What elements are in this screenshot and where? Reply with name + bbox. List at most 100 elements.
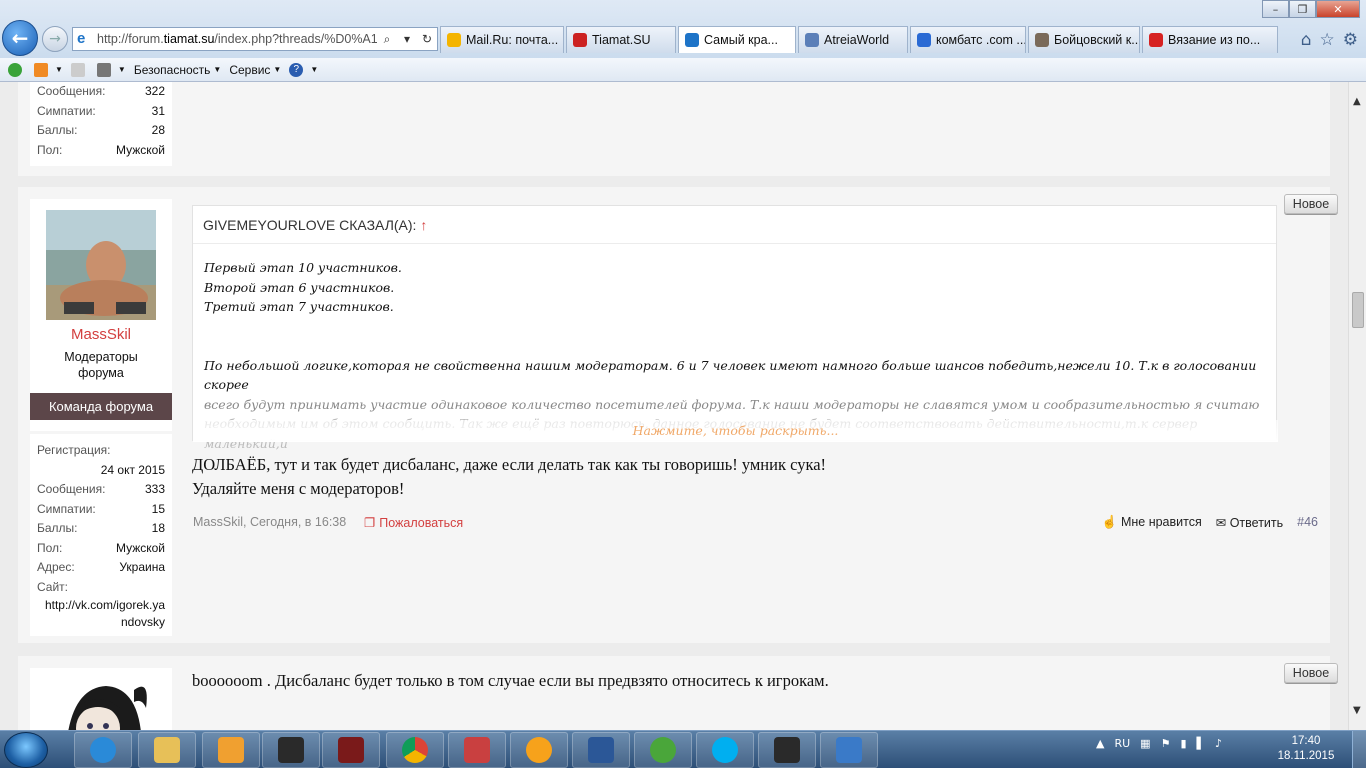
aion-icon <box>278 737 304 763</box>
site-link[interactable]: http://vk.com/igorek.ya <box>30 597 172 614</box>
taskbar-chrome[interactable] <box>386 732 444 768</box>
search-icon[interactable]: ⌕ <box>377 32 397 47</box>
expand-quote-link[interactable]: Нажмите, чтобы раскрыть... <box>193 420 1278 442</box>
scroll-thumb[interactable] <box>1352 292 1364 328</box>
tab-atreiaworld[interactable]: AtreiaWorld <box>798 26 908 53</box>
home-icon[interactable]: ⌂ <box>1301 30 1312 50</box>
forward-button[interactable]: → <box>42 26 68 52</box>
rss-button[interactable]: ▼ <box>34 62 63 77</box>
quote-line: Первый этап 10 участников. <box>204 260 402 275</box>
window-controls: – ❐ ✕ <box>1262 0 1360 18</box>
taskbar-fight[interactable] <box>448 732 506 768</box>
address-bar[interactable]: e http://forum.tiamat.su/index.php?threa… <box>72 27 438 51</box>
stat-row: Сайт: <box>37 579 69 594</box>
taskbar-explorer[interactable] <box>138 732 196 768</box>
scroll-up-icon[interactable]: ▲ <box>1353 96 1361 107</box>
language-indicator[interactable]: RU <box>1114 737 1130 750</box>
tab-current[interactable]: Самый кра... <box>678 26 796 53</box>
tab-combats[interactable]: комбатс .com ... <box>910 26 1026 53</box>
vertical-scrollbar[interactable]: ▲ ▼ <box>1348 82 1366 730</box>
green-addon-icon[interactable] <box>8 62 26 77</box>
taskbar-skype[interactable] <box>696 732 754 768</box>
post-meta[interactable]: MassSkil, Сегодня, в 16:38 <box>193 515 346 529</box>
app-icon <box>836 737 862 763</box>
taskbar-aion2[interactable] <box>758 732 816 768</box>
gear-icon[interactable]: ⚙ <box>1343 30 1358 50</box>
star-icon[interactable]: ☆ <box>1320 30 1335 50</box>
print-button[interactable]: ▼ <box>96 62 126 77</box>
speech-bubble-icon: ✉ <box>1215 516 1227 530</box>
team-badge: Команда форума <box>30 393 172 420</box>
browser-tools: ⌂ ☆ ⚙ <box>1301 30 1358 50</box>
taskbar-word[interactable] <box>572 732 630 768</box>
youtube-icon <box>1149 33 1163 47</box>
battery-icon[interactable]: ▮ <box>1180 737 1186 750</box>
chrome-icon <box>402 737 428 763</box>
post-number-link[interactable]: #46 <box>1297 515 1318 530</box>
browser-chrome: ← → e http://forum.tiamat.su/index.php?t… <box>0 0 1366 58</box>
ie-icon <box>685 33 699 47</box>
help-menu[interactable]: ? ▼ <box>289 62 318 77</box>
page-viewport: Сообщения: 322 Симпатии: 31 Баллы: 28 Пол: М… <box>0 82 1348 730</box>
stat-row: Сообщения: 322 <box>37 84 165 98</box>
rss-icon <box>34 62 48 77</box>
post-next: Новое boooooom . Дисбаланс будет только … <box>18 656 1338 730</box>
refresh-icon[interactable]: ↻ <box>417 32 437 46</box>
user-title: Модераторы форума <box>64 350 138 380</box>
atreia-icon <box>805 33 819 47</box>
signal-icon[interactable]: ▌ <box>1197 737 1205 750</box>
network-icon[interactable]: ▦ <box>1140 737 1150 750</box>
address-text: http://forum.tiamat.su/index.php?threads… <box>97 32 377 46</box>
username[interactable]: MassSkil <box>30 326 172 343</box>
arrow-left-icon: ← <box>11 26 29 50</box>
start-button[interactable] <box>4 732 48 768</box>
stat-row: Пол: Мужской <box>37 142 165 157</box>
user-card: MassSkil Модераторы форума Команда форум… <box>30 199 172 431</box>
quote-header: GIVEMEYOURLOVE СКАЗАЛ(А): ↑ <box>193 206 1276 244</box>
taskbar-app[interactable] <box>820 732 878 768</box>
volume-icon[interactable]: ♪ <box>1215 737 1222 750</box>
maximize-button[interactable]: ❐ <box>1289 0 1316 18</box>
avatar[interactable] <box>46 210 156 320</box>
avatar[interactable] <box>46 668 156 730</box>
mail-icon <box>447 33 461 47</box>
clock-time: 17:40 <box>1291 735 1321 747</box>
taskbar-media[interactable] <box>202 732 260 768</box>
quote-jump-arrow[interactable]: ↑ <box>420 217 427 233</box>
scroll-down-icon[interactable]: ▼ <box>1353 705 1361 716</box>
back-button[interactable]: ← <box>2 20 38 56</box>
tab-tiamat[interactable]: Tiamat.SU <box>566 26 676 53</box>
command-bar: ▼ ▼ Безопасность ▼ Сервис ▼ ? ▼ <box>0 58 1366 82</box>
tab-mail[interactable]: Mail.Ru: почта... <box>440 26 564 53</box>
taskbar: ▲ RU ▦ ⚑ ▮ ▌ ♪ 17:40 18.11.2015 <box>0 730 1366 768</box>
service-menu[interactable]: Сервис ▼ <box>229 63 281 77</box>
stat-row: Сообщения: 333 <box>37 482 165 496</box>
minimize-button[interactable]: – <box>1262 0 1289 18</box>
flag-icon[interactable]: ⚑ <box>1161 737 1171 750</box>
aion-icon <box>774 737 800 763</box>
stat-row: Баллы: 28 <box>37 123 165 137</box>
post-message: boooooom . Дисбаланс будет только в том … <box>192 671 829 690</box>
show-desktop-button[interactable] <box>1352 731 1366 768</box>
like-button[interactable]: ☝ Мне нравится <box>1102 515 1202 530</box>
dropdown-icon[interactable]: ▾ <box>397 32 417 46</box>
search-engine-icon <box>917 33 931 47</box>
tab-fight-club[interactable]: Бойцовский к... <box>1028 26 1140 53</box>
report-link[interactable]: ❐ Пожаловаться <box>364 515 463 530</box>
taskbar-ie[interactable] <box>74 732 132 768</box>
tray-arrow-icon[interactable]: ▲ <box>1096 737 1104 750</box>
clock[interactable]: 17:40 18.11.2015 <box>1276 734 1336 764</box>
taskbar-utorrent[interactable] <box>634 732 692 768</box>
message-line: Удаляйте меня с модераторов! <box>192 479 405 498</box>
taskbar-game[interactable] <box>322 732 380 768</box>
taskbar-mailagent[interactable] <box>510 732 568 768</box>
taskbar-aion[interactable] <box>262 732 320 768</box>
reply-button[interactable]: ✉ Ответить <box>1216 515 1283 530</box>
safety-menu[interactable]: Безопасность ▼ <box>134 63 221 77</box>
close-button[interactable]: ✕ <box>1316 0 1360 18</box>
arrow-right-icon: → <box>49 31 61 47</box>
mail-button[interactable] <box>70 62 89 77</box>
stat-row: Пол: Мужской <box>37 540 165 555</box>
tab-youtube[interactable]: Вязание из по... <box>1142 26 1278 53</box>
site-link-cont[interactable]: ndovsky <box>30 614 172 631</box>
